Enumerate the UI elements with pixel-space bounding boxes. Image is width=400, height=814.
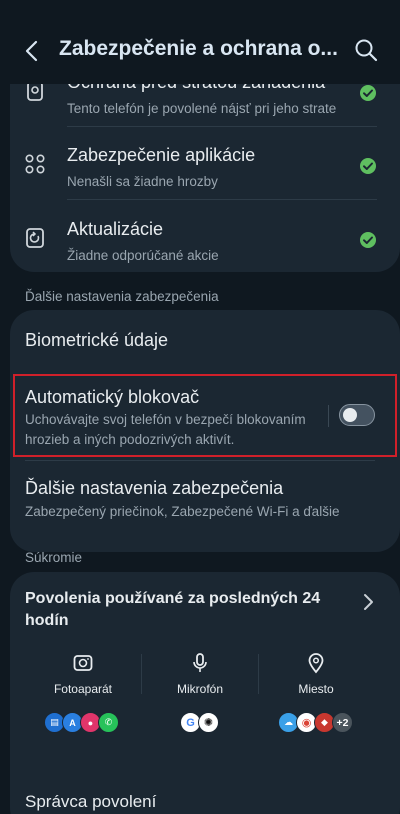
check-icon (360, 158, 376, 174)
back-arrow-icon[interactable] (18, 36, 48, 66)
microphone-label: Mikrofón (176, 682, 223, 696)
location-icon (308, 653, 324, 674)
update-icon (26, 228, 44, 248)
biometrics-item[interactable]: Biometrické údaje (25, 330, 168, 351)
app-security-title: Zabezpečenie aplikácie (67, 145, 256, 165)
microphone-apps: G ✺ (180, 712, 230, 734)
whatsapp-icon: ✆ (98, 712, 119, 733)
app-security-subtitle: Nenašli sa žiadne hrozby (67, 174, 218, 189)
auto-blocker-subtitle: Uchovávajte svoj telefón v bezpečí bloko… (25, 412, 306, 447)
more-apps-badge: +2 (332, 712, 353, 733)
toggle-knob (343, 407, 357, 422)
more-security-settings-title[interactable]: Ďalšie nastavenia zabezpečenia (25, 478, 283, 499)
microphone-icon (193, 653, 207, 672)
toggle-separator (328, 405, 329, 427)
section-label-more-security: Ďalšie nastavenia zabezpečenia (25, 289, 219, 304)
chatgpt-icon: ✺ (198, 712, 219, 733)
app-security-row[interactable]: Zabezpečenie aplikácie Nenašli sa žiadne… (10, 133, 390, 203)
app-bar: Zabezpečenie a ochrana o... (0, 0, 400, 84)
location-label: Miesto (298, 682, 334, 696)
check-icon (360, 85, 376, 101)
location-apps: ☁ ◉ ◆ +2 (278, 712, 368, 734)
permission-manager-item[interactable]: Správca povolení (25, 792, 156, 812)
app-security-icon (25, 154, 45, 174)
camera-permission[interactable]: Fotoaparát (23, 652, 143, 696)
privacy-card: Povolenia používané za posledných 24 hod… (10, 572, 400, 814)
updates-subtitle: Žiadne odporúčané akcie (67, 248, 219, 263)
lost-device-subtitle: Tento telefón je povolené nájsť pri jeho… (67, 101, 337, 116)
updates-title: Aktualizácie (67, 219, 164, 239)
location-permission[interactable]: Miesto (256, 652, 376, 696)
search-icon[interactable] (352, 36, 380, 64)
permissions-used-title[interactable]: Povolenia používané za posledných 24 hod… (25, 588, 325, 632)
camera-icon (73, 655, 93, 671)
camera-label: Fotoaparát (53, 682, 113, 696)
chevron-right-icon[interactable] (362, 592, 376, 612)
auto-blocker-toggle[interactable] (339, 404, 375, 426)
more-security-settings-subtitle: Zabezpečený priečinok, Zabezpečené Wi-Fi… (25, 504, 340, 519)
divider (67, 199, 377, 200)
microphone-permission[interactable]: Mikrofón (140, 652, 260, 696)
divider (67, 126, 377, 127)
section-label-privacy: Súkromie (25, 550, 83, 565)
divider (25, 460, 375, 461)
camera-apps: ▤ A ● ✆ (44, 712, 134, 734)
auto-blocker-title[interactable]: Automatický blokovač (25, 387, 199, 408)
updates-row[interactable]: Aktualizácie Žiadne odporúčané akcie (10, 207, 390, 277)
check-icon (360, 232, 376, 248)
page-title: Zabezpečenie a ochrana o... (59, 37, 338, 60)
more-security-card: Biometrické údaje Automatický blokovač U… (10, 310, 400, 552)
